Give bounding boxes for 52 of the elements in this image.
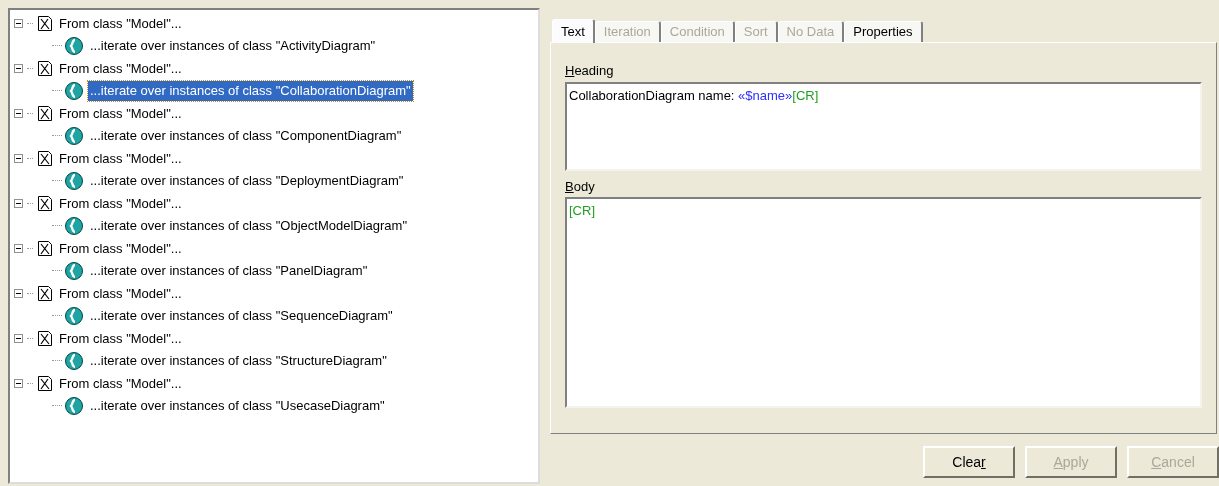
document-icon (37, 194, 53, 212)
tree-item[interactable]: From class "Model"... (59, 58, 182, 78)
collapse-icon[interactable] (14, 108, 23, 118)
collapse-icon[interactable] (14, 288, 23, 298)
dialog-button[interactable]: Clear (923, 446, 1015, 478)
collapse-icon[interactable] (14, 18, 23, 28)
brace-icon (64, 170, 84, 191)
document-icon (37, 239, 53, 257)
brace-icon (64, 260, 84, 281)
document-icon (37, 104, 53, 122)
document-icon (37, 284, 53, 302)
brace-icon (64, 215, 84, 236)
tab[interactable]: Properties (844, 21, 923, 42)
document-icon (37, 59, 53, 77)
document-icon (37, 329, 53, 347)
tree-item[interactable]: From class "Model"... (59, 148, 182, 168)
brace-icon (64, 35, 84, 56)
field-label: Body (565, 177, 596, 196)
brace-icon (64, 125, 84, 146)
brace-icon (64, 80, 84, 101)
tree-item[interactable]: ...iterate over instances of class "ComponentDiagram" (88, 126, 404, 146)
collapse-icon[interactable] (14, 198, 23, 208)
tree-item[interactable]: ...iterate over instances of class "ObjectModelDiagram" (88, 216, 410, 236)
tab[interactable]: Text (552, 19, 595, 43)
tree-item[interactable]: From class "Model"... (59, 373, 182, 393)
tree-item[interactable]: From class "Model"... (59, 103, 182, 123)
document-icon (37, 374, 53, 392)
tree-item[interactable]: From class "Model"... (59, 283, 182, 303)
collapse-icon[interactable] (14, 243, 23, 253)
collapse-icon[interactable] (14, 333, 23, 343)
tree-item[interactable]: ...iterate over instances of class "PanelDiagram" (88, 261, 370, 281)
tree-item[interactable]: ...iterate over instances of class "StructureDiagram" (88, 351, 389, 371)
tree-item[interactable]: ...iterate over instances of class "UsecaseDiagram" (88, 396, 387, 416)
collapse-icon[interactable] (14, 153, 23, 163)
field-label: Heading (565, 62, 615, 80)
collapse-icon[interactable] (14, 63, 23, 73)
tree-item[interactable]: ...iterate over instances of class "CollaborationDiagram" (88, 81, 413, 101)
tree-item[interactable]: From class "Model"... (59, 238, 182, 258)
brace-icon (64, 305, 84, 326)
tree-item[interactable]: From class "Model"... (59, 13, 182, 33)
tree-item[interactable]: ...iterate over instances of class "ActivityDiagram" (88, 36, 378, 56)
text-area[interactable]: CollaborationDiagram name: «$name»[CR] (565, 81, 1202, 171)
brace-icon (64, 395, 84, 416)
document-icon (37, 149, 53, 167)
tree-item[interactable]: From class "Model"... (59, 328, 182, 348)
text-area[interactable]: [CR] (565, 197, 1202, 408)
brace-icon (64, 350, 84, 371)
tree-item[interactable]: ...iterate over instances of class "DeploymentDiagram" (88, 171, 406, 191)
document-icon (37, 14, 53, 32)
tree-item[interactable]: From class "Model"... (59, 193, 182, 213)
tree-item[interactable]: ...iterate over instances of class "SequenceDiagram" (88, 306, 395, 326)
collapse-icon[interactable] (14, 378, 23, 388)
